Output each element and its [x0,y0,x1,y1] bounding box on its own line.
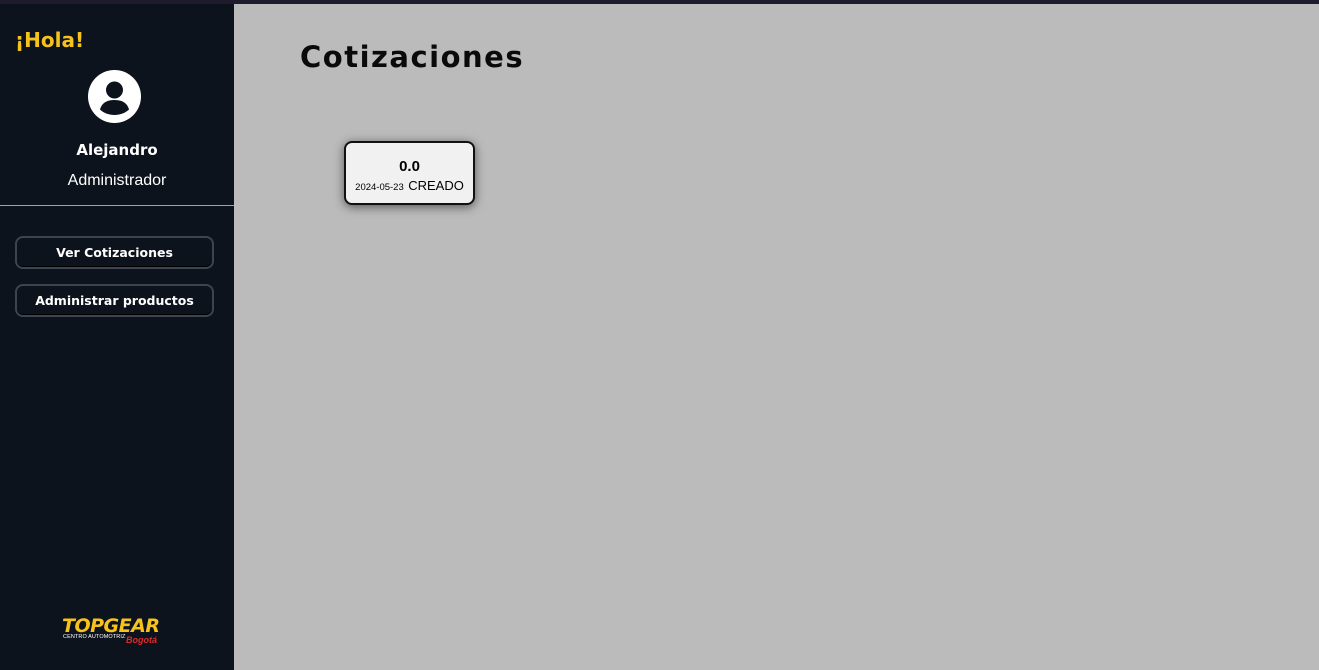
greeting-text: ¡Hola! [15,28,85,52]
view-quotes-button[interactable]: Ver Cotizaciones [15,236,214,269]
logo-city: Bogotá [126,635,157,645]
quote-card[interactable]: 0.0 2024-05-23 CREADO [344,141,475,205]
user-name: Alejandro [76,141,158,159]
sidebar-divider [0,205,234,206]
quote-status: CREADO [408,178,464,193]
page-title: Cotizaciones [300,40,525,74]
logo-tagline: CENTRO AUTOMOTRIZ [63,634,126,640]
quote-meta: 2024-05-23 CREADO [346,177,473,195]
quote-total: 0.0 [399,158,420,175]
user-role: Administrador [67,172,167,189]
quote-date: 2024-05-23 [355,182,404,193]
manage-products-button[interactable]: Administrar productos [15,284,214,317]
user-avatar-icon [88,70,141,123]
main-content: Cotizaciones 0.0 2024-05-23 CREADO [234,4,1319,670]
sidebar: ¡Hola! Alejandro Administrador Ver Cotiz… [0,4,234,670]
topgear-logo: TOPGEAR CENTRO AUTOMOTRIZ Bogotá [62,615,172,651]
